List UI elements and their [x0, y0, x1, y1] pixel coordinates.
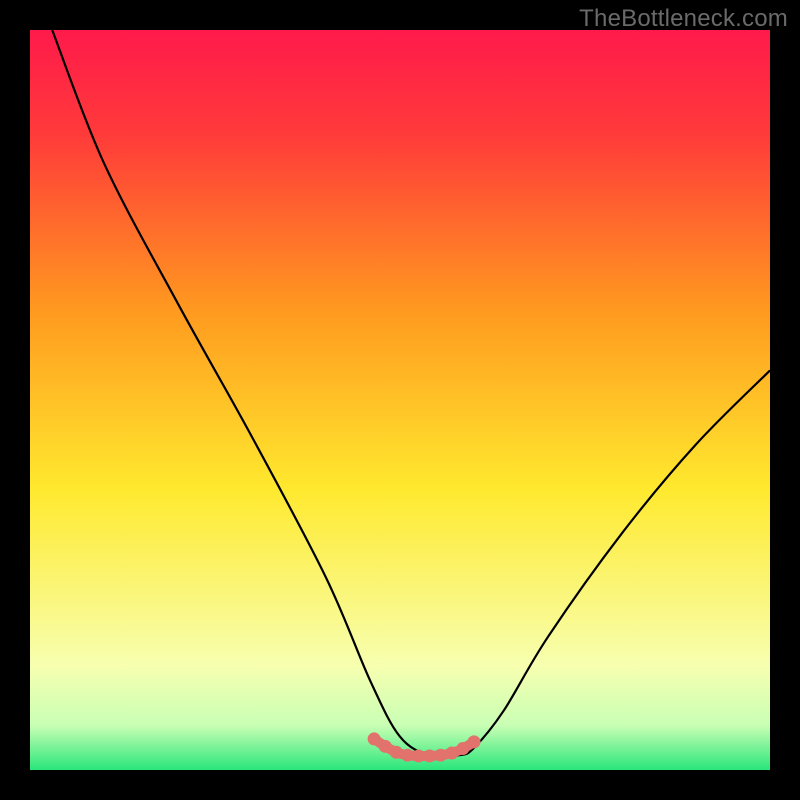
marker-dot: [434, 749, 447, 762]
marker-dot: [423, 749, 436, 762]
plot-background: [30, 30, 770, 770]
marker-dot: [379, 740, 392, 753]
watermark-label: TheBottleneck.com: [579, 5, 788, 33]
chart-svg: [30, 30, 770, 770]
marker-dot: [456, 742, 469, 755]
marker-dot: [445, 746, 458, 759]
plot-area: [30, 30, 770, 770]
marker-dot: [412, 749, 425, 762]
marker-dot: [401, 749, 414, 762]
marker-dot: [368, 732, 381, 745]
chart-frame: TheBottleneck.com: [0, 0, 800, 800]
marker-dot: [390, 746, 403, 759]
marker-dot: [468, 735, 481, 748]
